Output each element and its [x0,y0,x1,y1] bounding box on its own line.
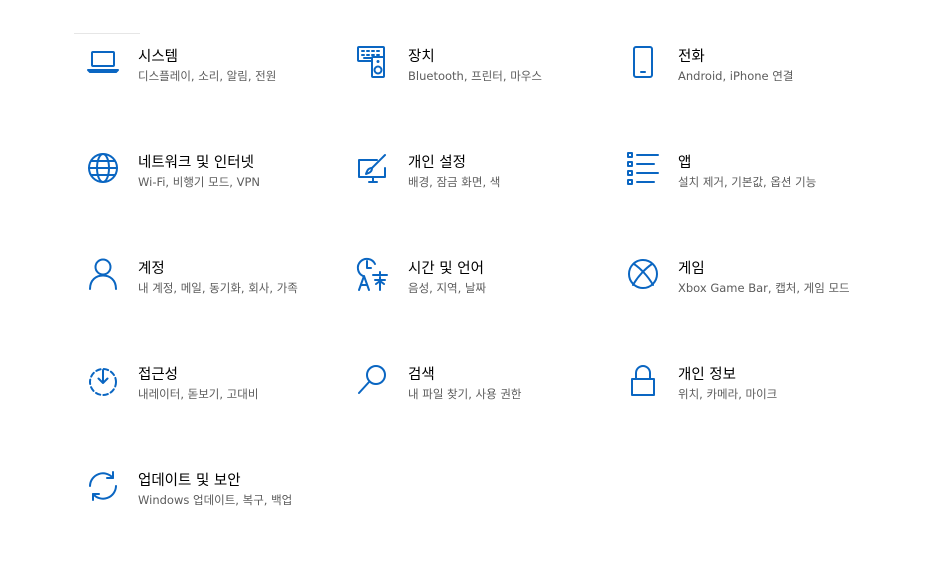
sync-icon [84,468,122,506]
keyboard-speaker-icon [354,44,392,82]
accessibility-timer-icon [84,362,122,400]
tile-title: 시스템 [138,49,179,65]
tile-description: Wi-Fi, 비행기 모드, VPN [138,175,261,189]
tile-system[interactable]: 시스템 디스플레이, 소리, 알림, 전원 [84,44,354,150]
tile-description: Windows 업데이트, 복구, 백업 [138,493,293,507]
tile-gaming[interactable]: 게임 Xbox Game Bar, 캡처, 게임 모드 [624,256,894,362]
lock-icon [624,362,662,400]
tile-update-security[interactable]: 업데이트 및 보안 Windows 업데이트, 복구, 백업 [84,468,354,574]
tile-apps[interactable]: 앱 설치 제거, 기본값, 옵션 기능 [624,150,894,256]
tile-description: Bluetooth, 프린터, 마우스 [408,69,542,83]
person-icon [84,256,122,294]
phone-icon [624,44,662,82]
tile-title: 계정 [138,261,165,277]
globe-icon [84,150,122,188]
tile-title: 검색 [408,367,435,383]
tile-description: Xbox Game Bar, 캡처, 게임 모드 [678,281,850,295]
tile-time-language[interactable]: 시간 및 언어 음성, 지역, 날짜 [354,256,624,362]
tile-personalization[interactable]: 개인 설정 배경, 잠금 화면, 색 [354,150,624,256]
tile-phone[interactable]: 전화 Android, iPhone 연결 [624,44,894,150]
tile-title: 접근성 [138,367,179,383]
tile-description: Android, iPhone 연결 [678,69,794,83]
tile-description: 배경, 잠금 화면, 색 [408,175,501,189]
personalization-pen-icon [354,150,392,188]
tile-title: 업데이트 및 보안 [138,473,241,489]
time-language-icon [354,256,392,294]
tile-description: 내 파일 찾기, 사용 권한 [408,387,522,401]
tile-title: 개인 설정 [408,155,466,171]
top-divider [74,33,140,34]
tile-title: 전화 [678,49,705,65]
tile-description: 위치, 카메라, 마이크 [678,387,778,401]
settings-grid: 시스템 디스플레이, 소리, 알림, 전원 장치 Bluetooth, 프린터,… [84,44,894,574]
tile-search[interactable]: 검색 내 파일 찾기, 사용 권한 [354,362,624,468]
tile-title: 시간 및 언어 [408,261,484,277]
tile-description: 디스플레이, 소리, 알림, 전원 [138,69,277,83]
tile-accessibility[interactable]: 접근성 내레이터, 돋보기, 고대비 [84,362,354,468]
tile-network[interactable]: 네트워크 및 인터넷 Wi-Fi, 비행기 모드, VPN [84,150,354,256]
tile-title: 앱 [678,155,692,171]
xbox-icon [624,256,662,294]
tile-description: 내 계정, 메일, 동기화, 회사, 가족 [138,281,298,295]
tile-title: 개인 정보 [678,367,736,383]
tile-title: 게임 [678,261,705,277]
search-icon [354,362,392,400]
tile-privacy[interactable]: 개인 정보 위치, 카메라, 마이크 [624,362,894,468]
tile-accounts[interactable]: 계정 내 계정, 메일, 동기화, 회사, 가족 [84,256,354,362]
tile-devices[interactable]: 장치 Bluetooth, 프린터, 마우스 [354,44,624,150]
tile-description: 내레이터, 돋보기, 고대비 [138,387,259,401]
tile-description: 설치 제거, 기본값, 옵션 기능 [678,175,817,189]
tile-description: 음성, 지역, 날짜 [408,281,487,295]
apps-list-icon [624,150,662,188]
tile-title: 장치 [408,49,435,65]
laptop-icon [84,44,122,82]
tile-title: 네트워크 및 인터넷 [138,155,254,171]
